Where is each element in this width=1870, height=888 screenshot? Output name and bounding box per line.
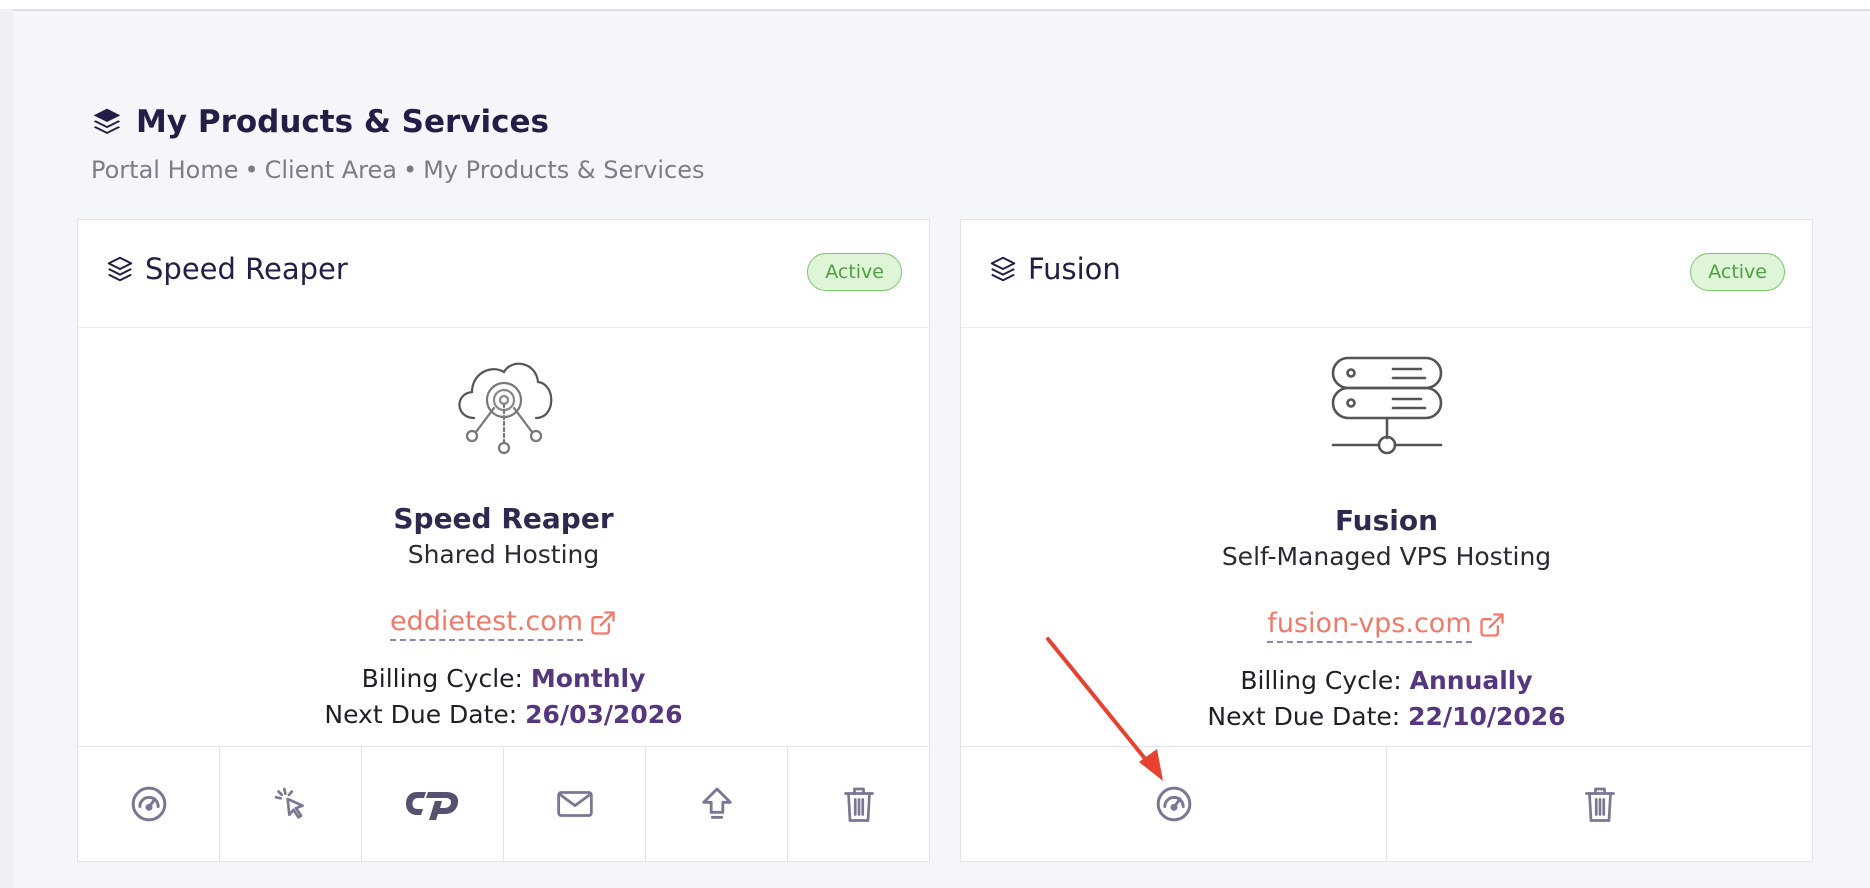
card-header: Fusion Active [961,220,1812,328]
product-card-speed-reaper: Speed Reaper Active Speed Reaper Shared … [77,219,930,862]
external-link-icon[interactable] [1478,611,1506,639]
domain-text[interactable]: fusion-vps.com [1267,608,1472,643]
product-name: Speed Reaper [393,502,614,535]
login-pointer-icon [274,787,304,819]
card-title-text: Fusion [1028,252,1121,286]
product-type: Shared Hosting [407,540,600,569]
breadcrumb-portal-home[interactable]: Portal Home [91,156,238,184]
product-name: Fusion [1334,504,1439,537]
external-link-icon[interactable] [589,609,617,637]
card-title: Speed Reaper [105,252,348,286]
card-title-text: Speed Reaper [145,252,348,286]
cloud-network-icon [458,362,553,455]
domain-link[interactable]: eddietest.com [78,606,929,641]
layers-icon [93,108,121,134]
billing-cycle-value: Monthly [530,664,646,693]
server-stack-icon [1331,356,1443,455]
top-bar [0,0,1870,11]
domain-text[interactable]: eddietest.com [389,606,584,641]
dashboard-button[interactable] [78,747,220,861]
delete-button[interactable] [1387,747,1812,861]
email-icon [556,791,593,817]
status-badge: Active [807,253,902,291]
annotation-arrow [1046,637,1163,781]
cpanel-icon [405,792,458,820]
email-button[interactable] [504,747,646,861]
dashboard-icon [131,786,166,822]
next-due-label: Next Due Date: [324,700,518,729]
layers-outline-icon [990,256,1016,282]
next-due-value: 26/03/2026 [525,700,683,729]
login-button[interactable] [220,747,362,861]
product-type: Self-Managed VPS Hosting [1221,542,1552,571]
next-due-label: Next Due Date: [1207,702,1401,731]
upgrade-button[interactable] [646,747,788,861]
upgrade-icon [701,787,732,819]
action-bar [78,746,929,861]
delete-icon [843,787,874,822]
delete-button[interactable] [788,747,929,861]
billing-cycle-value: Annually [1409,666,1533,695]
billing-cycle-label: Billing Cycle: [1240,666,1402,695]
card-title: Fusion [988,252,1121,286]
next-due-value: 22/10/2026 [1408,702,1566,731]
domain-link[interactable]: fusion-vps.com [961,608,1812,643]
billing-cycle-label: Billing Cycle: [361,664,523,693]
page-heading: My Products & Services [90,104,549,140]
status-badge: Active [1690,253,1785,291]
delete-icon [1584,787,1615,822]
breadcrumb-client-area[interactable]: Client Area [265,156,397,184]
billing-cycle: Billing Cycle: Monthly [78,664,929,693]
breadcrumb: Portal Home • Client Area • My Products & Se… [91,156,705,184]
next-due-date: Next Due Date: 26/03/2026 [78,700,929,729]
cpanel-button[interactable] [362,747,504,861]
layers-outline-icon [107,256,133,282]
breadcrumb-current: My Products & Services [423,156,705,184]
dashboard-icon [1156,786,1191,822]
page-title: My Products & Services [136,104,550,140]
card-header: Speed Reaper Active [78,220,929,328]
left-edge [0,9,13,888]
